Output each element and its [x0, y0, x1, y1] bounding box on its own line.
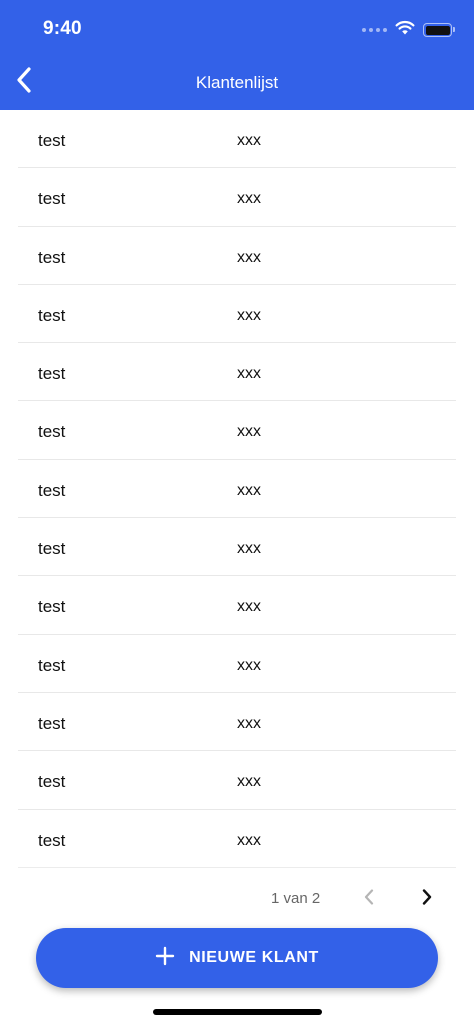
- customer-row[interactable]: test xxx: [18, 460, 456, 519]
- wifi-icon: [395, 20, 415, 40]
- customer-row[interactable]: test xxx: [18, 576, 456, 635]
- customer-row[interactable]: test xxx: [18, 343, 456, 402]
- customer-name: test: [38, 830, 66, 850]
- new-customer-button[interactable]: NIEUWE KLANT: [36, 928, 438, 988]
- customer-value: xxx: [237, 831, 261, 849]
- customer-row[interactable]: test xxx: [18, 751, 456, 810]
- customer-name: test: [38, 597, 66, 617]
- customer-value: xxx: [237, 540, 261, 558]
- customer-list: test xxx test xxx test xxx test xxx test xxx test x…: [0, 110, 474, 868]
- customer-value: xxx: [237, 773, 261, 791]
- page-indicator: 1 van 2: [271, 890, 321, 907]
- customer-row[interactable]: test xxx: [18, 168, 456, 227]
- chevron-right-icon: [421, 888, 433, 911]
- chevron-left-icon: [363, 888, 375, 911]
- customer-row[interactable]: test xxx: [18, 227, 456, 285]
- customer-value: xxx: [237, 423, 261, 441]
- new-customer-label: NIEUWE KLANT: [189, 949, 319, 966]
- customer-name: test: [38, 364, 66, 384]
- customer-value: xxx: [237, 714, 261, 732]
- customer-value: xxx: [237, 656, 261, 674]
- customer-value: xxx: [237, 598, 261, 616]
- customer-name: test: [38, 772, 66, 792]
- customer-row[interactable]: test xxx: [18, 810, 456, 868]
- customer-name: test: [38, 305, 66, 325]
- customer-value: xxx: [237, 306, 261, 324]
- page-title: Klantenlijst: [195, 73, 279, 92]
- app-header: 9:40 Klantenlijst: [0, 0, 474, 110]
- customer-row[interactable]: test xxx: [18, 518, 456, 577]
- customer-name: test: [38, 480, 66, 500]
- customer-row[interactable]: test xxx: [18, 110, 456, 169]
- home-indicator: [153, 1009, 322, 1015]
- cellular-signal-icon: [362, 28, 387, 32]
- customer-name: test: [38, 189, 66, 209]
- customer-name: test: [38, 539, 66, 559]
- customer-name: test: [38, 655, 66, 675]
- previous-page-button[interactable]: [356, 886, 382, 912]
- next-page-button[interactable]: [414, 886, 440, 912]
- customer-value: xxx: [237, 190, 261, 208]
- status-time: 9:40: [43, 18, 82, 39]
- customer-value: xxx: [237, 365, 261, 383]
- customer-name: test: [38, 247, 66, 267]
- plus-icon: [155, 946, 175, 971]
- customer-name: test: [38, 713, 66, 733]
- customer-row[interactable]: test xxx: [18, 635, 456, 693]
- status-icons: [362, 20, 455, 40]
- customer-value: xxx: [237, 132, 261, 149]
- battery-icon: [423, 23, 455, 37]
- customer-value: xxx: [237, 481, 261, 499]
- customer-name: test: [38, 422, 66, 442]
- customer-row[interactable]: test xxx: [18, 285, 456, 344]
- customer-row[interactable]: test xxx: [18, 401, 456, 460]
- pagination: 1 van 2: [0, 884, 474, 914]
- customer-name: test: [38, 131, 66, 150]
- customer-value: xxx: [237, 248, 261, 266]
- customer-row[interactable]: test xxx: [18, 693, 456, 752]
